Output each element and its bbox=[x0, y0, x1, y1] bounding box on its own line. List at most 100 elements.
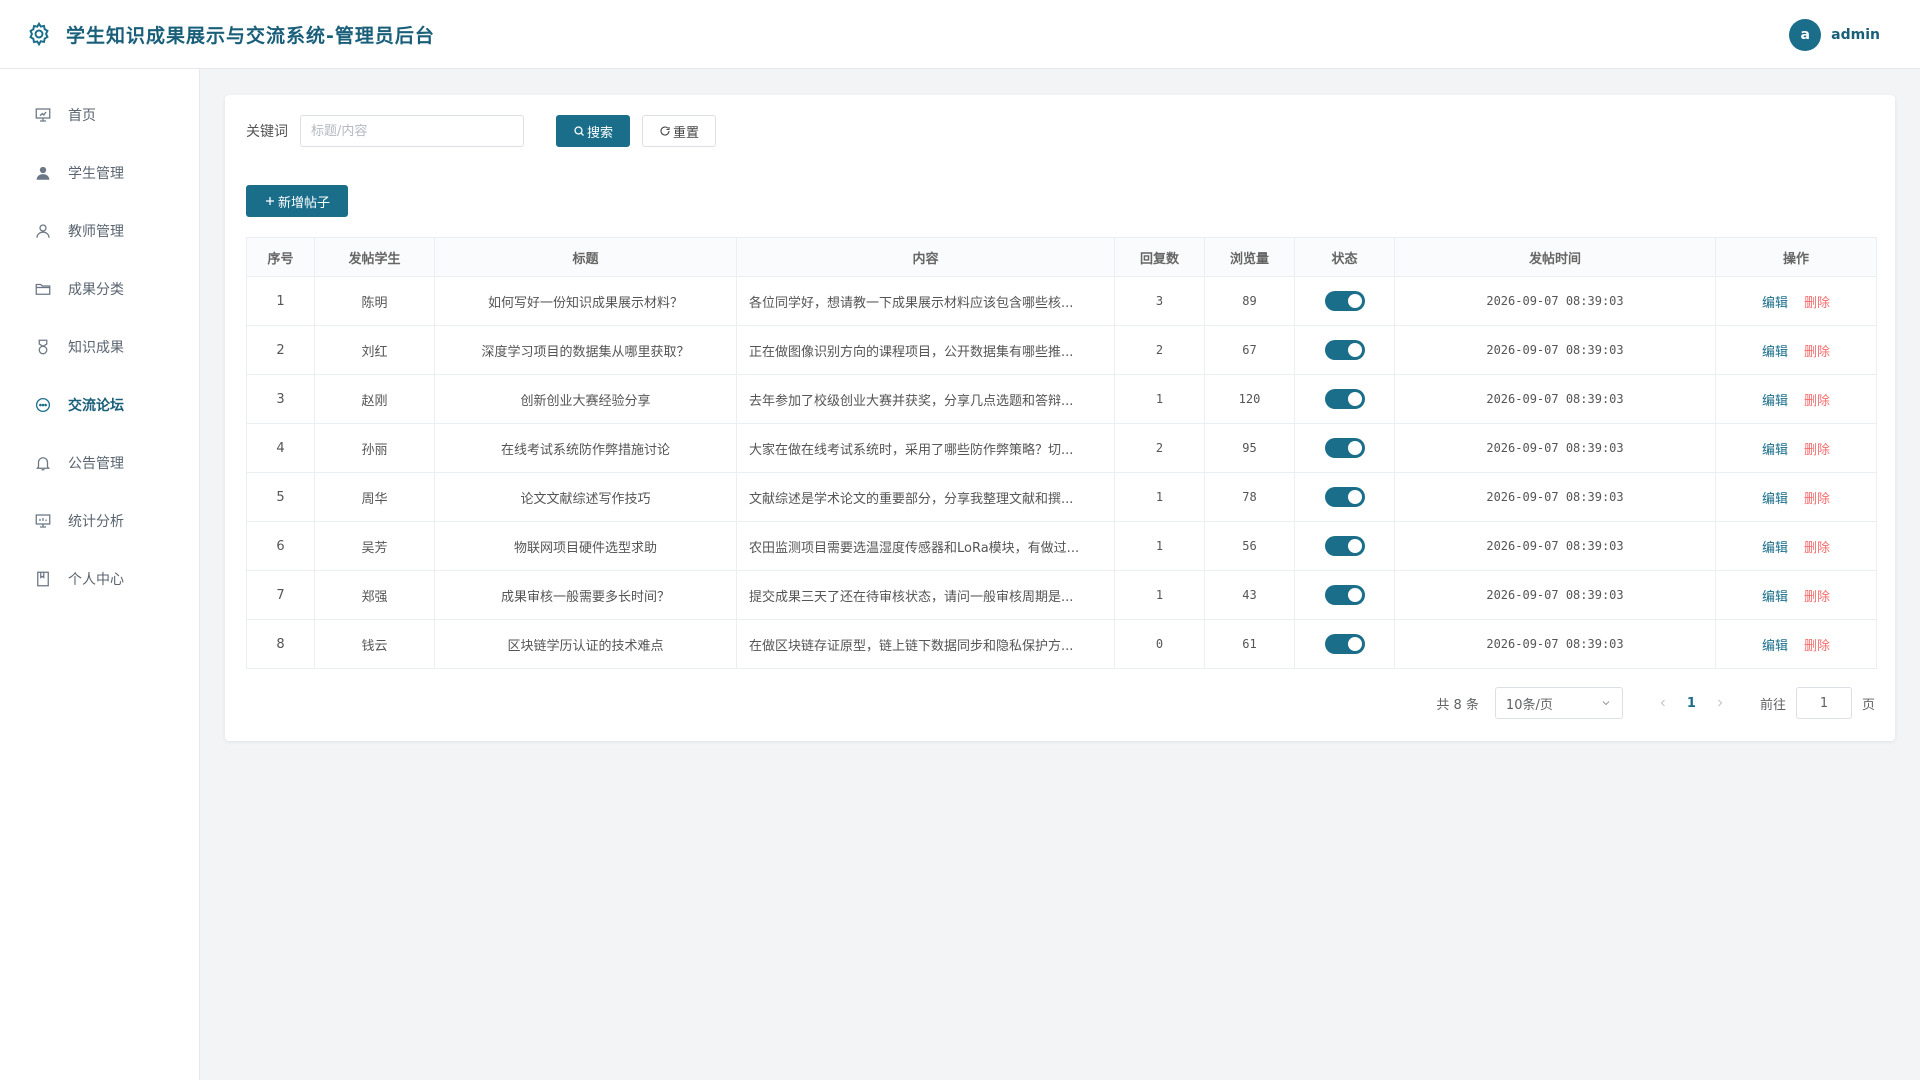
edit-button[interactable]: 编辑 bbox=[1762, 443, 1788, 458]
delete-button[interactable]: 删除 bbox=[1804, 296, 1830, 311]
keyword-input[interactable] bbox=[300, 115, 524, 147]
actions-cell: 编辑 删除 bbox=[1715, 325, 1877, 375]
sidebar-item-forum[interactable]: 交流论坛 bbox=[0, 376, 199, 434]
student-cell: 刘红 bbox=[314, 325, 435, 375]
delete-button[interactable]: 删除 bbox=[1804, 443, 1830, 458]
row-index-cell: 6 bbox=[246, 521, 315, 571]
toggle-knob bbox=[1347, 392, 1362, 406]
replies-cell: 1 bbox=[1114, 570, 1205, 620]
sidebar-item-profile[interactable]: 个人中心 bbox=[0, 550, 199, 608]
folder-icon bbox=[35, 283, 51, 295]
delete-button[interactable]: 删除 bbox=[1804, 541, 1830, 556]
sidebar-item-home[interactable]: 首页 bbox=[0, 86, 199, 144]
title-cell: 论文文献综述写作技巧 bbox=[434, 472, 737, 522]
top-bar: 学生知识成果展示与交流系统-管理员后台 a admin bbox=[0, 0, 1920, 69]
edit-button[interactable]: 编辑 bbox=[1762, 345, 1788, 360]
column-header: 内容 bbox=[736, 237, 1115, 277]
sidebar-item-statistics[interactable]: 统计分析 bbox=[0, 492, 199, 550]
content-cell: 大家在做在线考试系统时，采用了哪些防作弊策略？切... bbox=[736, 423, 1115, 473]
status-toggle[interactable] bbox=[1324, 487, 1365, 507]
toggle-knob bbox=[1347, 490, 1362, 504]
next-page-icon[interactable] bbox=[1714, 697, 1726, 709]
user-menu[interactable]: a admin bbox=[1789, 19, 1880, 51]
views-cell: 43 bbox=[1204, 570, 1295, 620]
goto-page-input[interactable] bbox=[1795, 687, 1852, 719]
sidebar-item-label: 公告管理 bbox=[68, 456, 124, 472]
bell-icon bbox=[36, 457, 50, 471]
user-outline-icon bbox=[36, 224, 50, 238]
chart-board-icon bbox=[35, 514, 51, 528]
presentation-icon bbox=[35, 108, 51, 122]
delete-button[interactable]: 删除 bbox=[1804, 639, 1830, 654]
delete-button[interactable]: 删除 bbox=[1804, 345, 1830, 360]
total-count: 共 8 条 bbox=[1436, 697, 1479, 713]
page-number-current[interactable]: 1 bbox=[1687, 696, 1696, 711]
sidebar-item-students[interactable]: 学生管理 bbox=[0, 144, 199, 202]
avatar[interactable]: a bbox=[1789, 19, 1822, 51]
replies-cell: 1 bbox=[1114, 472, 1205, 522]
chat-icon bbox=[35, 397, 51, 413]
column-header: 发帖时间 bbox=[1394, 237, 1716, 277]
replies-cell: 1 bbox=[1114, 374, 1205, 424]
refresh-icon bbox=[660, 126, 670, 136]
content-cell: 在做区块链存证原型，链上链下数据同步和隐私保护方... bbox=[736, 619, 1115, 669]
student-cell: 赵刚 bbox=[314, 374, 435, 424]
status-toggle[interactable] bbox=[1324, 536, 1365, 556]
title-cell: 成果审核一般需要多长时间？ bbox=[434, 570, 737, 620]
status-cell bbox=[1294, 374, 1395, 424]
row-index-cell: 4 bbox=[246, 423, 315, 473]
status-toggle[interactable] bbox=[1324, 585, 1365, 605]
table-row: 6 吴芳 物联网项目硬件选型求助 农田监测项目需要选温湿度传感器和LoRa模块，有做过… bbox=[246, 521, 1877, 571]
replies-cell: 0 bbox=[1114, 619, 1205, 669]
replies-cell: 3 bbox=[1114, 276, 1205, 326]
prev-page-icon[interactable] bbox=[1657, 697, 1669, 709]
delete-button[interactable]: 删除 bbox=[1804, 492, 1830, 507]
row-index-cell: 5 bbox=[246, 472, 315, 522]
status-cell bbox=[1294, 472, 1395, 522]
search-button[interactable]: 搜索 bbox=[556, 115, 630, 147]
username[interactable]: admin bbox=[1831, 27, 1880, 43]
row-index-cell: 7 bbox=[246, 570, 315, 620]
delete-button[interactable]: 删除 bbox=[1804, 394, 1830, 409]
notebook-icon bbox=[37, 571, 49, 587]
reset-button[interactable]: 重置 bbox=[642, 115, 716, 147]
sidebar-item-label: 成果分类 bbox=[68, 282, 124, 298]
delete-button[interactable]: 删除 bbox=[1804, 590, 1830, 605]
edit-button[interactable]: 编辑 bbox=[1762, 639, 1788, 654]
edit-button[interactable]: 编辑 bbox=[1762, 590, 1788, 605]
edit-button[interactable]: 编辑 bbox=[1762, 394, 1788, 409]
status-toggle[interactable] bbox=[1324, 634, 1365, 654]
pagination: 共 8 条 10条/页 1 前往 页 bbox=[1436, 687, 1875, 719]
status-toggle[interactable] bbox=[1324, 340, 1365, 360]
post-time-cell: 2026-09-07 08:39:03 bbox=[1394, 374, 1716, 424]
sidebar-item-categories[interactable]: 成果分类 bbox=[0, 260, 199, 318]
edit-button[interactable]: 编辑 bbox=[1762, 492, 1788, 507]
sidebar: 首页 学生管理 教师管理 成果分类 知识成果 交流论坛 公告管理 统计分析 个人… bbox=[0, 69, 200, 1080]
page-size-select[interactable]: 10条/页 bbox=[1494, 687, 1623, 719]
sidebar-item-achievements[interactable]: 知识成果 bbox=[0, 318, 199, 376]
edit-button[interactable]: 编辑 bbox=[1762, 541, 1788, 556]
column-header: 发帖学生 bbox=[314, 237, 435, 277]
sidebar-item-label: 交流论坛 bbox=[68, 398, 124, 414]
views-cell: 61 bbox=[1204, 619, 1295, 669]
status-toggle[interactable] bbox=[1324, 438, 1365, 458]
toggle-knob bbox=[1347, 637, 1362, 651]
student-cell: 吴芳 bbox=[314, 521, 435, 571]
toggle-knob bbox=[1347, 539, 1362, 553]
table-row: 2 刘红 深度学习项目的数据集从哪里获取？ 正在做图像识别方向的课程项目，公开数据集有… bbox=[246, 325, 1877, 375]
actions-cell: 编辑 删除 bbox=[1715, 570, 1877, 620]
student-cell: 陈明 bbox=[314, 276, 435, 326]
sidebar-item-notices[interactable]: 公告管理 bbox=[0, 434, 199, 492]
content-cell: 去年参加了校级创业大赛并获奖，分享几点选题和答辩... bbox=[736, 374, 1115, 424]
edit-button[interactable]: 编辑 bbox=[1762, 296, 1788, 311]
content-cell: 农田监测项目需要选温湿度传感器和LoRa模块，有做过... bbox=[736, 521, 1115, 571]
add-post-button[interactable]: 新增帖子 bbox=[246, 185, 348, 217]
sidebar-item-teachers[interactable]: 教师管理 bbox=[0, 202, 199, 260]
status-toggle[interactable] bbox=[1324, 291, 1365, 311]
table-row: 5 周华 论文文献综述写作技巧 文献综述是学术论文的重要部分，分享我整理文献和撰...… bbox=[246, 472, 1877, 522]
status-cell bbox=[1294, 276, 1395, 326]
status-toggle[interactable] bbox=[1324, 389, 1365, 409]
status-cell bbox=[1294, 619, 1395, 669]
goto-label: 前往 bbox=[1759, 697, 1786, 713]
title-cell: 区块链学历认证的技术难点 bbox=[434, 619, 737, 669]
